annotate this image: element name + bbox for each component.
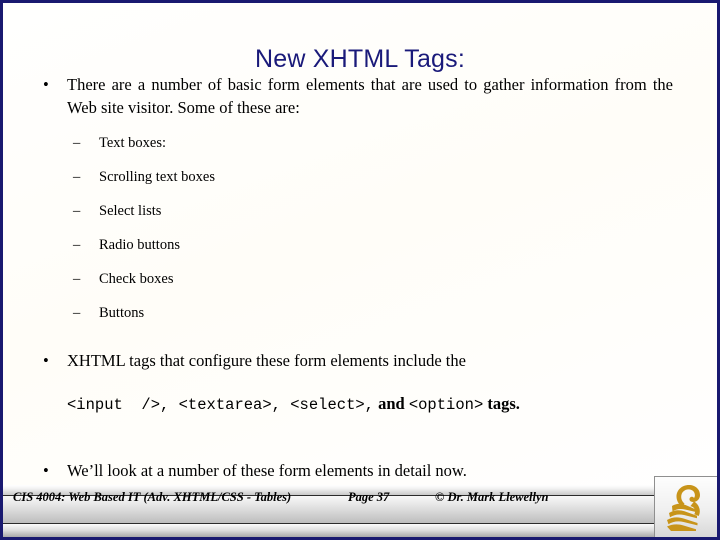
textarea-tag-code: <textarea>, bbox=[169, 396, 281, 414]
bullet-text: We’ll look at a number of these form ele… bbox=[67, 461, 467, 480]
dash-marker-icon: – bbox=[73, 305, 81, 321]
sub-bullet-text: Select lists bbox=[99, 203, 162, 219]
sub-bullet-radio-buttons: – Radio buttons bbox=[69, 235, 673, 255]
bullet-marker-icon: • bbox=[43, 461, 49, 480]
option-tag-code: <option> bbox=[408, 396, 484, 414]
tags-word: tags. bbox=[483, 394, 520, 413]
dash-marker-icon: – bbox=[73, 237, 81, 253]
sub-bullet-text: Text boxes: bbox=[99, 135, 167, 151]
dash-marker-icon: – bbox=[73, 135, 81, 151]
sub-bullet-text: Radio buttons bbox=[99, 237, 180, 253]
footer-page-number: Page 37 bbox=[348, 490, 390, 504]
sub-bullet-text-boxes: – Text boxes: bbox=[69, 133, 673, 153]
input-tag-code: <input />, bbox=[67, 396, 170, 414]
footer-bottom-strip bbox=[3, 524, 717, 537]
dash-marker-icon: – bbox=[73, 203, 81, 219]
slide-title: New XHTML Tags: bbox=[254, 44, 465, 73]
code-tag-line: <input />, <textarea>, <select>, and <op… bbox=[33, 392, 673, 417]
slide-footer: CIS 4004: Web Based IT (Adv. XHTML/CSS -… bbox=[3, 485, 717, 537]
sub-bullet-scrolling-text-boxes: – Scrolling text boxes bbox=[69, 167, 673, 187]
bullet-text: XHTML tags that configure these form ele… bbox=[67, 351, 466, 370]
footer-course-label: CIS 4004: Web Based IT (Adv. XHTML/CSS -… bbox=[13, 490, 292, 504]
slide-body: • There are a number of basic form eleme… bbox=[3, 73, 717, 483]
bullet-text: There are a number of basic form element… bbox=[67, 75, 673, 117]
presentation-slide: New XHTML Tags: • There are a number of … bbox=[0, 0, 720, 540]
and-word: and bbox=[373, 394, 409, 413]
bullet-level1-tags: • XHTML tags that configure these form e… bbox=[33, 349, 673, 372]
sub-bullet-text: Scrolling text boxes bbox=[99, 169, 215, 185]
dash-marker-icon: – bbox=[73, 169, 81, 185]
bullet-level1-intro: • There are a number of basic form eleme… bbox=[33, 73, 673, 119]
sub-bullet-text: Buttons bbox=[99, 305, 145, 321]
ucf-pegasus-logo bbox=[654, 476, 717, 537]
footer-copyright: © Dr. Mark Llewellyn bbox=[435, 490, 549, 504]
sub-bullet-buttons: – Buttons bbox=[69, 303, 673, 323]
bullet-marker-icon: • bbox=[43, 351, 49, 370]
dash-marker-icon: – bbox=[73, 271, 81, 287]
sub-bullet-text: Check boxes bbox=[99, 271, 174, 287]
sub-bullet-select-lists: – Select lists bbox=[69, 201, 673, 221]
bullet-level1-outro: • We’ll look at a number of these form e… bbox=[33, 459, 673, 482]
bullet-marker-icon: • bbox=[43, 75, 49, 94]
select-tag-code: <select>, bbox=[280, 396, 374, 414]
sub-bullet-check-boxes: – Check boxes bbox=[69, 269, 673, 289]
